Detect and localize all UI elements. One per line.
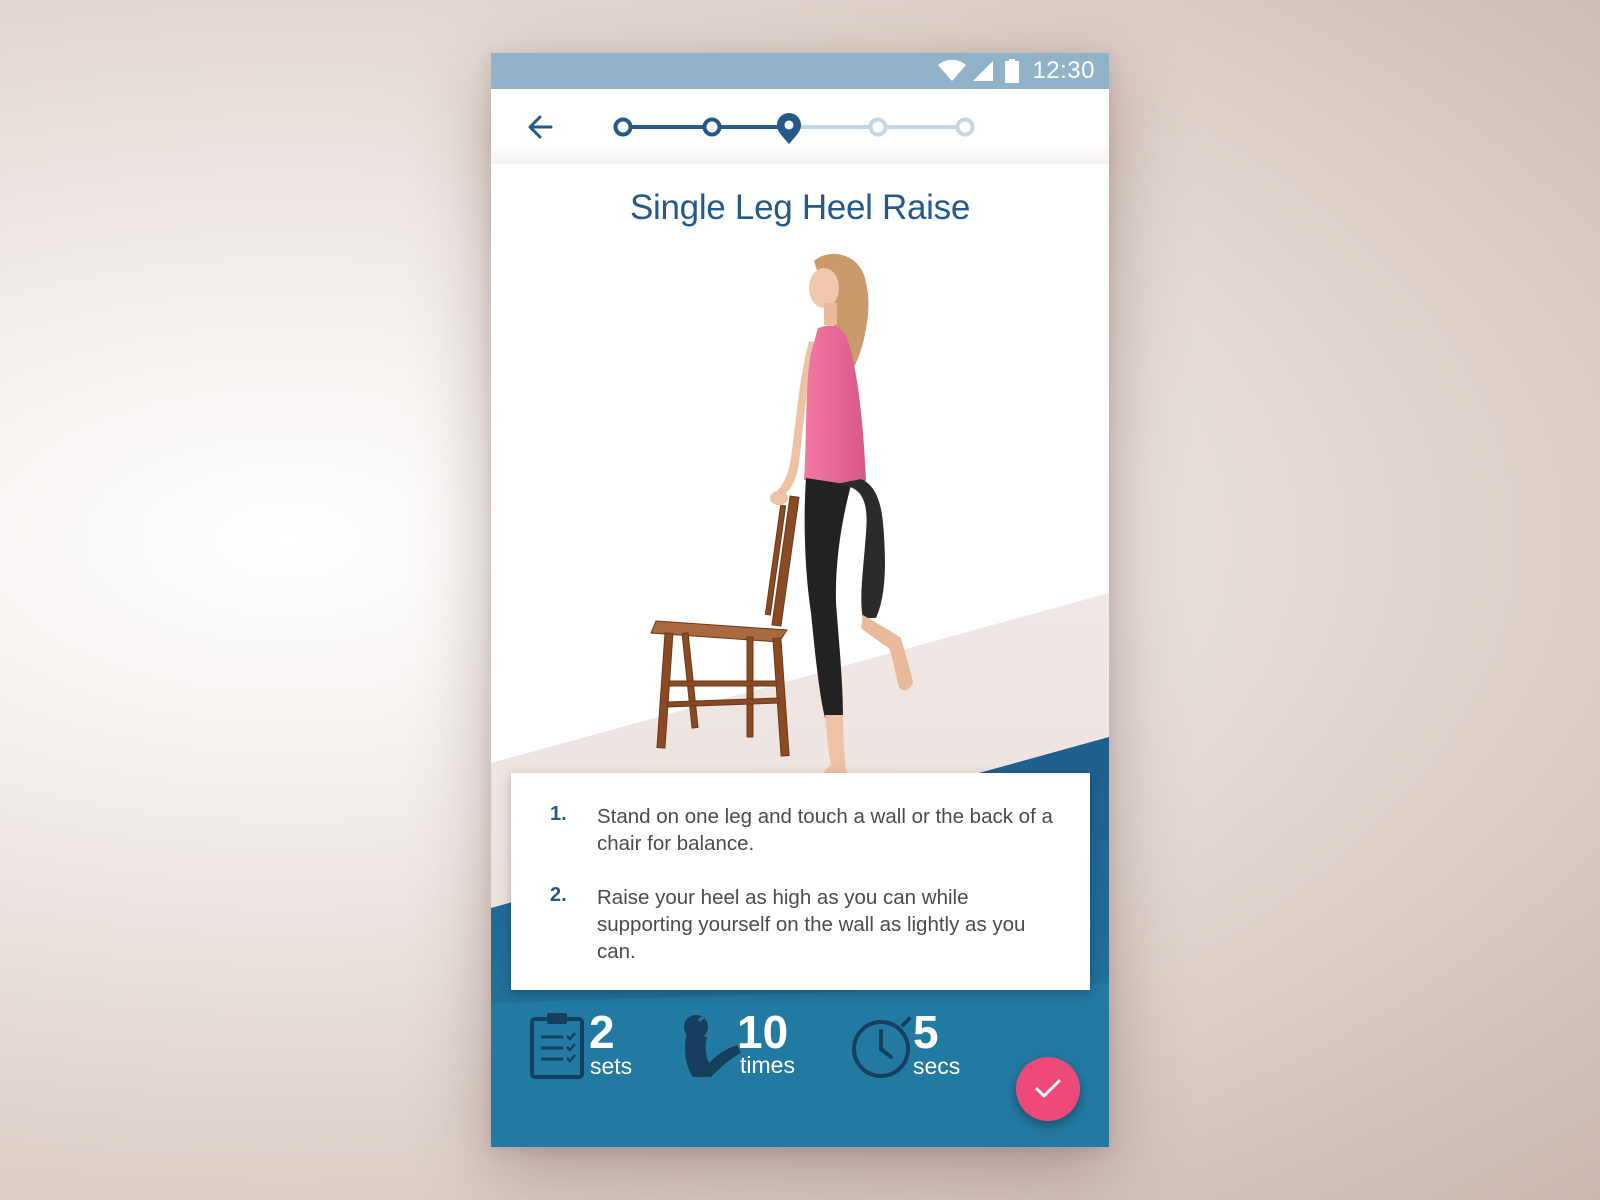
- stats-row: 2 sets 10 times 5 secs: [491, 993, 1109, 1147]
- progress-step-3-current-marker: [777, 113, 801, 144]
- instructions-card: 1. Stand on one leg and touch a wall or …: [511, 773, 1090, 990]
- clipboard-checklist-icon: [530, 1013, 584, 1079]
- step-text: Stand on one leg and touch a wall or the…: [597, 805, 1053, 855]
- stat-sets: 2 sets: [529, 993, 649, 1093]
- progress-step-1: [613, 117, 633, 137]
- sit-up-icon: [684, 1015, 741, 1077]
- stat-value: 5: [913, 1006, 939, 1058]
- wifi-icon: [938, 59, 966, 81]
- step-text: Raise your heel as high as you can while…: [597, 886, 1026, 963]
- stat-value: 2: [589, 1006, 615, 1058]
- status-time: 12:30: [1032, 57, 1095, 84]
- progress-step-5: [955, 117, 975, 137]
- stat-unit: secs: [913, 1053, 961, 1079]
- exercise-title: Single Leg Heel Raise: [629, 188, 971, 227]
- step-number: 2.: [550, 884, 567, 906]
- battery-icon: [1005, 59, 1019, 83]
- progress-step-4: [868, 117, 888, 137]
- check-icon: [1035, 1079, 1061, 1098]
- signal-icon: [973, 61, 993, 81]
- stat-unit: times: [740, 1052, 795, 1078]
- stat-value: 10: [737, 1006, 789, 1058]
- status-bar: 12:30: [491, 53, 1109, 89]
- complete-exercise-button[interactable]: [1016, 1057, 1080, 1121]
- app-bar: [491, 89, 1109, 164]
- progress-step-2: [702, 117, 722, 137]
- progress-stepper: [613, 113, 975, 144]
- stat-times: 10 times: [679, 993, 829, 1093]
- stopwatch-icon: [852, 1017, 911, 1078]
- stat-unit: sets: [590, 1053, 633, 1079]
- phone-screen: 12:30 Single Leg Heel Raise 1. Stand on …: [491, 53, 1109, 1147]
- step-number: 1.: [550, 803, 567, 825]
- stat-secs: 5 secs: [851, 993, 981, 1093]
